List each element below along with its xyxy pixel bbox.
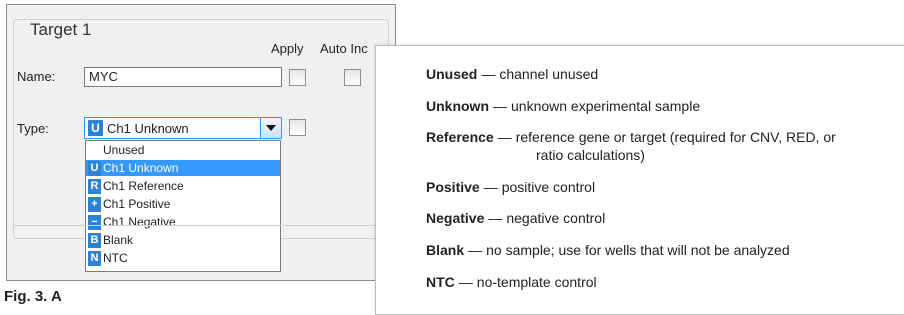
- type-combobox[interactable]: U Ch1 Unknown: [84, 117, 282, 139]
- legend-row-reference: Reference — reference gene or target (requ…: [426, 129, 836, 163]
- dropdown-item-ch1-reference[interactable]: R Ch1 Reference: [86, 178, 280, 194]
- type-combobox-value: Ch1 Unknown: [107, 121, 189, 136]
- chevron-down-icon[interactable]: [260, 118, 281, 138]
- dropdown-item-ch1-negative[interactable]: − Ch1 Negative: [86, 214, 280, 230]
- legend-row-positive: Positive — positive control: [426, 179, 596, 195]
- group-title: Target 1: [26, 20, 96, 40]
- name-apply-checkbox[interactable]: [289, 69, 306, 86]
- positive-type-icon: +: [88, 197, 101, 212]
- target-dialog: Target 1 Apply Auto Inc Name: MYC Type: …: [6, 4, 396, 281]
- legend-row-ntc: NTC — no-template control: [426, 274, 597, 290]
- legend-row-blank: Blank — no sample; use for wells that will…: [426, 242, 790, 258]
- legend-row-negative: Negative — negative control: [426, 210, 606, 226]
- name-auto-inc-checkbox[interactable]: [344, 69, 361, 86]
- type-legend-panel: Unused — channel unused Unknown — unknown ex…: [375, 45, 904, 315]
- type-label: Type:: [17, 121, 49, 136]
- figure-caption: Fig. 3. A: [4, 288, 62, 305]
- legend-row-unknown: Unknown — unknown experimental sample: [426, 98, 701, 114]
- dropdown-item-ch1-positive[interactable]: + Ch1 Positive: [86, 196, 280, 212]
- negative-type-icon: −: [88, 215, 101, 230]
- type-dropdown-list: Unused U Ch1 Unknown R Ch1 Reference + C…: [85, 140, 281, 272]
- unknown-type-icon: U: [88, 161, 101, 176]
- dropdown-item-ch1-unknown[interactable]: U Ch1 Unknown: [86, 160, 280, 176]
- dropdown-item-unused[interactable]: Unused: [86, 142, 280, 158]
- unknown-type-icon: U: [88, 120, 103, 136]
- auto-inc-column-header: Auto Inc: [320, 41, 368, 56]
- blank-type-icon: B: [88, 233, 101, 248]
- reference-type-icon: R: [88, 179, 101, 194]
- apply-column-header: Apply: [271, 41, 304, 56]
- dropdown-item-blank[interactable]: B Blank: [86, 232, 280, 248]
- legend-row-unused: Unused — channel unused: [426, 66, 599, 82]
- name-label: Name:: [17, 69, 56, 84]
- divider: [13, 225, 389, 226]
- type-apply-checkbox[interactable]: [289, 119, 306, 136]
- ntc-type-icon: N: [88, 251, 101, 266]
- name-input[interactable]: MYC: [84, 67, 282, 87]
- dropdown-item-ntc[interactable]: N NTC: [86, 250, 280, 266]
